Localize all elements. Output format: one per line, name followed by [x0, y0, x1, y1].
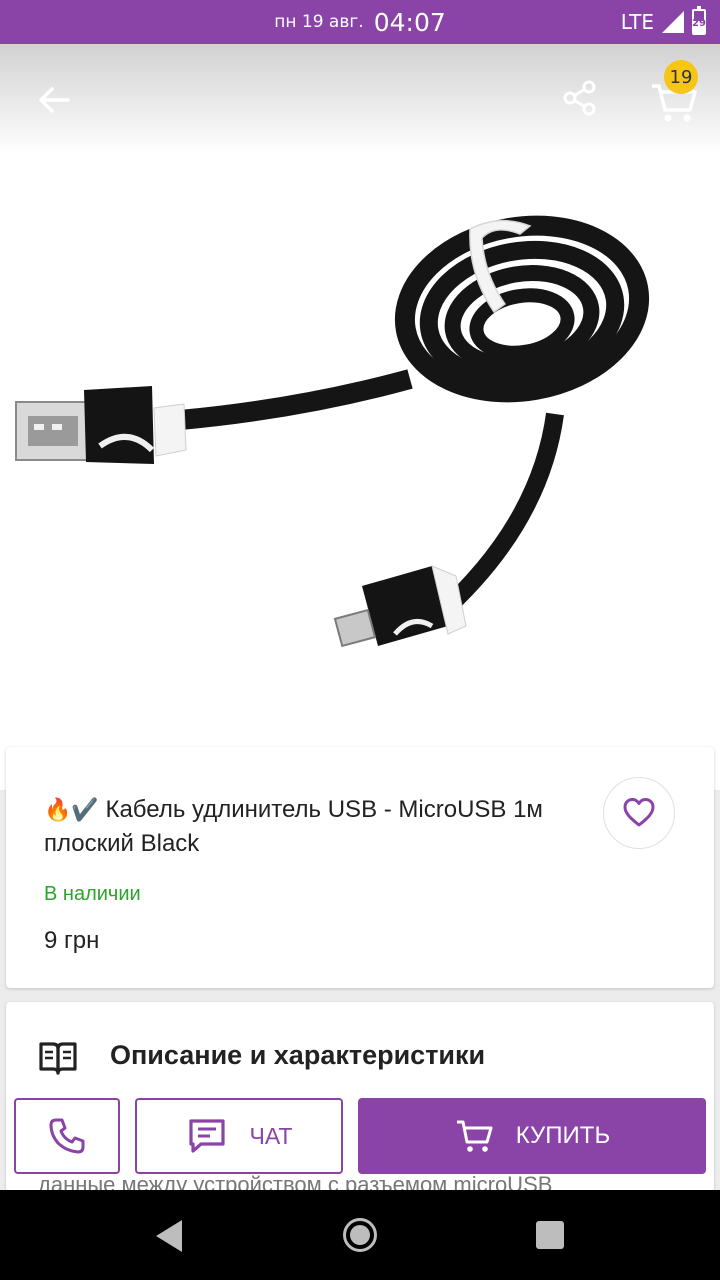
title-emoji: 🔥✔️: [44, 798, 99, 823]
signal-icon: [662, 11, 684, 33]
nav-back-icon[interactable]: [156, 1220, 182, 1252]
back-button[interactable]: [30, 76, 78, 124]
buy-button-label: КУПИТЬ: [515, 1122, 611, 1149]
chat-button[interactable]: ЧАТ: [135, 1098, 343, 1174]
cart-icon: [456, 1120, 493, 1152]
system-nav-bar: [0, 1190, 720, 1280]
product-image: [15, 215, 650, 648]
product-gallery[interactable]: 19: [0, 44, 720, 790]
share-button[interactable]: [556, 76, 604, 124]
product-price: 9 грн: [44, 927, 100, 954]
arrow-left-icon: [39, 87, 70, 113]
battery-level: 29: [692, 18, 706, 29]
status-date: пн 19 авг.: [274, 12, 364, 32]
book-icon: [39, 1042, 77, 1075]
cart-count-badge: 19: [664, 60, 698, 94]
status-indicators: LTE 29: [621, 0, 706, 44]
favorite-button[interactable]: [603, 777, 675, 849]
action-bar: ЧАТ КУПИТЬ: [0, 1098, 720, 1178]
share-icon: [563, 80, 596, 116]
header-gradient: [0, 44, 720, 154]
description-heading: Описание и характеристики: [110, 1040, 486, 1070]
status-bar: пн 19 авг. 04:07 LTE 29: [0, 0, 720, 44]
availability-status: В наличии: [44, 883, 141, 905]
network-type: LTE: [620, 10, 654, 34]
battery-icon: 29: [692, 6, 706, 35]
status-time: 04:07: [373, 7, 446, 37]
phone-icon: [49, 1118, 85, 1154]
heart-icon: [623, 798, 655, 827]
chat-button-label: ЧАТ: [249, 1122, 293, 1149]
nav-recents-icon[interactable]: [536, 1221, 564, 1249]
product-info-card: 🔥✔️ Кабель удлинитель USB - MicroUSB 1м …: [6, 747, 714, 988]
call-button[interactable]: [14, 1098, 120, 1174]
product-title-text: Кабель удлинитель USB - MicroUSB 1м плос…: [44, 796, 543, 857]
product-title: 🔥✔️ Кабель удлинитель USB - MicroUSB 1м …: [44, 793, 604, 860]
status-clock: пн 19 авг. 04:07: [0, 0, 720, 44]
buy-button[interactable]: КУПИТЬ: [358, 1098, 706, 1174]
chat-icon: [188, 1119, 225, 1153]
nav-home-icon[interactable]: [343, 1218, 377, 1252]
